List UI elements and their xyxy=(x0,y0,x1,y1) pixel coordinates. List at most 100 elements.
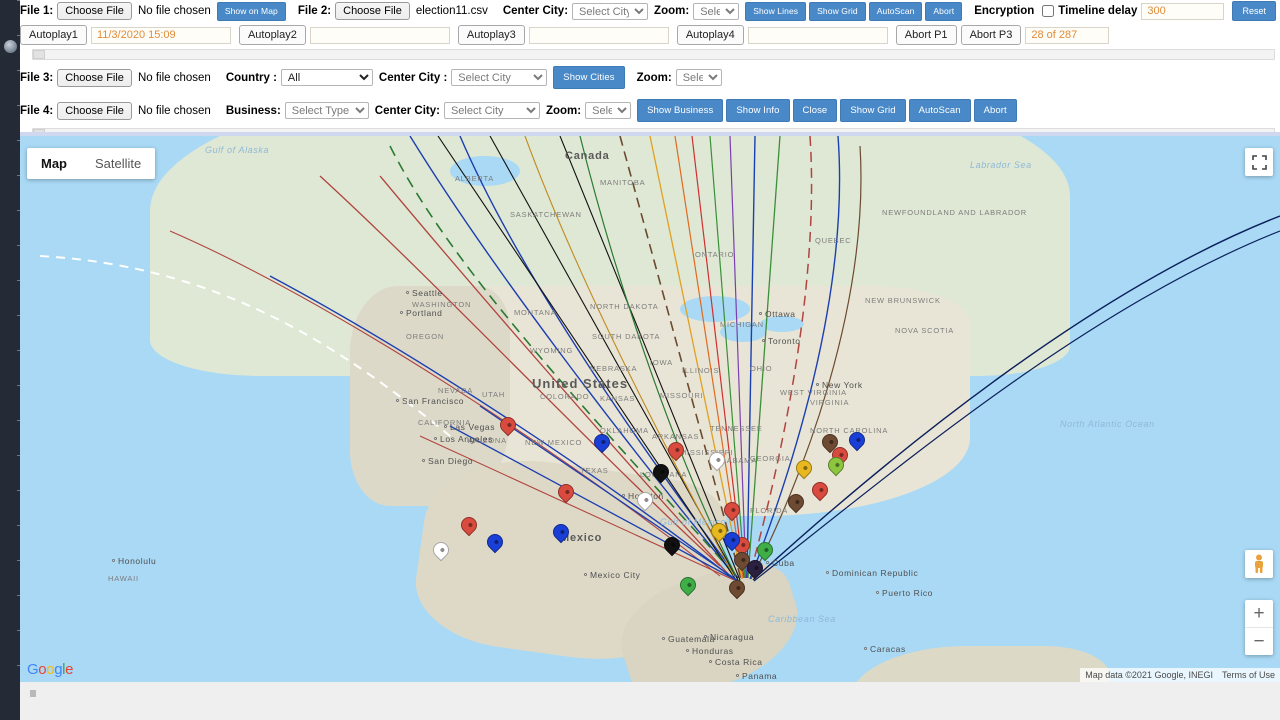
autoplay1-button[interactable]: Autoplay1 xyxy=(20,25,87,45)
zoom-select-1[interactable]: Select xyxy=(693,2,740,20)
city-dot-12 xyxy=(709,660,712,663)
map-marker-17[interactable] xyxy=(457,513,481,541)
show-business-button[interactable]: Show Business xyxy=(637,99,724,122)
map-marker-19[interactable] xyxy=(549,520,573,548)
show-on-map-button[interactable]: Show on Map xyxy=(216,1,286,21)
map-type-toggle[interactable]: Map Satellite xyxy=(27,148,156,179)
show-lines-button[interactable]: Show Lines xyxy=(745,1,807,21)
country-label-0: Canada xyxy=(565,150,610,162)
business-type-select[interactable]: Select Type xyxy=(284,102,369,119)
state-label-6: MONTANA xyxy=(514,308,557,317)
map-zoom-controls[interactable]: + − xyxy=(1245,600,1273,655)
autoplay4-button[interactable]: Autoplay4 xyxy=(676,25,744,45)
map-marker-25[interactable] xyxy=(824,453,848,481)
map-marker-6[interactable] xyxy=(649,460,673,488)
state-label-34: TEXAS xyxy=(580,466,609,475)
zoom-select-4[interactable]: Select xyxy=(585,102,632,119)
file3-choose-button[interactable]: Choose File xyxy=(57,68,132,87)
file3-label: File 3: xyxy=(20,71,54,84)
center-city-select-4[interactable]: Select City xyxy=(443,102,540,119)
street-view-pegman-button[interactable] xyxy=(1245,550,1273,578)
autoplay1-value[interactable]: 11/3/2020 15:09 xyxy=(90,26,231,44)
map-marker-26[interactable] xyxy=(808,478,832,506)
city-label-7: Honolulu xyxy=(118,556,157,566)
map-marker-16[interactable] xyxy=(676,573,700,601)
autoplay4-value[interactable] xyxy=(747,26,888,44)
city-dot-0 xyxy=(406,291,409,294)
map-marker-4[interactable] xyxy=(705,448,729,476)
timeline-delay-input[interactable]: 300 xyxy=(1141,2,1225,20)
file4-choose-button[interactable]: Choose File xyxy=(57,101,132,120)
map-type-map[interactable]: Map xyxy=(27,148,81,179)
abort-button-4[interactable]: Abort xyxy=(973,99,1017,122)
map-pin-icon xyxy=(720,528,744,552)
show-grid-button-1[interactable]: Show Grid xyxy=(809,1,866,21)
map-marker-5[interactable] xyxy=(633,488,657,516)
map-marker-14[interactable] xyxy=(743,556,767,584)
city-dot-6 xyxy=(622,494,625,497)
abort-button-1[interactable]: Abort xyxy=(925,1,963,21)
abort-p3-button[interactable]: Abort P3 xyxy=(960,25,1022,45)
city-label-16: Puerto Rico xyxy=(882,588,934,598)
autoplay3-value[interactable] xyxy=(528,26,669,44)
map-zoom-out-button[interactable]: − xyxy=(1245,628,1273,655)
city-label-5: San Diego xyxy=(428,456,474,466)
map-pin-icon xyxy=(720,498,744,522)
map-marker-18[interactable] xyxy=(483,530,507,558)
file1-input[interactable]: Choose File No file chosen xyxy=(57,2,211,20)
autoplay3-button[interactable]: Autoplay3 xyxy=(457,25,525,45)
reset-button[interactable]: Reset xyxy=(1232,1,1276,21)
horizontal-scrollbar-1[interactable] xyxy=(32,49,1275,60)
map-marker-15[interactable] xyxy=(725,576,749,604)
country-select[interactable]: All xyxy=(280,69,373,86)
file3-input[interactable]: Choose File No file chosen xyxy=(57,68,211,87)
city-label-1: Portland xyxy=(406,308,443,318)
city-label-17: Caracas xyxy=(870,644,906,654)
autoplay2-value[interactable] xyxy=(309,26,450,44)
timeline-delay-label: Timeline delay xyxy=(1058,5,1138,17)
file4-input[interactable]: Choose File No file chosen xyxy=(57,101,211,120)
abort-p1-button[interactable]: Abort P1 xyxy=(895,25,957,45)
state-label-18: MISSOURI xyxy=(660,391,704,400)
autoscan-button-1[interactable]: AutoScan xyxy=(868,1,923,21)
file2-input[interactable]: Choose File election11.csv xyxy=(335,2,488,20)
map-marker-7[interactable] xyxy=(660,533,684,561)
map-marker-27[interactable] xyxy=(784,490,808,518)
state-label-4: QUEBEC xyxy=(815,236,852,245)
control-toolbar: File 1: Choose File No file chosen Show … xyxy=(20,0,1280,140)
map-marker-2[interactable] xyxy=(554,480,578,508)
show-grid-button-4[interactable]: Show Grid xyxy=(840,99,906,122)
scrollbar-thumb-1[interactable] xyxy=(33,50,45,59)
terms-of-use-link[interactable]: Terms of Use xyxy=(1222,670,1275,680)
bottom-scroll-marker[interactable] xyxy=(30,690,36,697)
map-type-satellite[interactable]: Satellite xyxy=(81,148,155,179)
file1-choose-button[interactable]: Choose File xyxy=(57,2,132,20)
autoscan-button-4[interactable]: AutoScan xyxy=(908,99,971,122)
zoom-select-3[interactable]: Select xyxy=(675,69,722,86)
map-marker-3[interactable] xyxy=(664,438,688,466)
file2-choose-button[interactable]: Choose File xyxy=(335,2,410,20)
map-marker-1[interactable] xyxy=(590,430,614,458)
close-button[interactable]: Close xyxy=(792,99,838,122)
map-pin-icon xyxy=(792,456,816,480)
sea-label-4: Caribbean Sea xyxy=(768,614,836,624)
google-map[interactable]: Canada United States Mexico Labrador Sea Gu… xyxy=(20,136,1280,682)
center-city-select-1[interactable]: Select City xyxy=(572,2,649,20)
center-city-select-3[interactable]: Select City xyxy=(451,69,548,86)
fullscreen-button[interactable] xyxy=(1245,148,1273,176)
app-badge-icon xyxy=(4,40,17,53)
map-marker-0[interactable] xyxy=(496,413,520,441)
state-label-28: ARKANSAS xyxy=(652,432,700,441)
map-zoom-in-button[interactable]: + xyxy=(1245,600,1273,627)
map-marker-22[interactable] xyxy=(845,428,869,456)
bottom-panel xyxy=(20,682,1280,720)
autoplay2-button[interactable]: Autoplay2 xyxy=(238,25,306,45)
show-cities-button[interactable]: Show Cities xyxy=(553,66,625,89)
state-label-19: ILLINOIS xyxy=(682,366,720,375)
encryption-checkbox[interactable] xyxy=(1042,5,1055,17)
map-marker-24[interactable] xyxy=(792,456,816,484)
show-info-button[interactable]: Show Info xyxy=(726,99,790,122)
sea-label-0: Labrador Sea xyxy=(970,160,1032,170)
map-marker-20[interactable] xyxy=(429,538,453,566)
city-label-11: Nicaragua xyxy=(710,632,755,642)
